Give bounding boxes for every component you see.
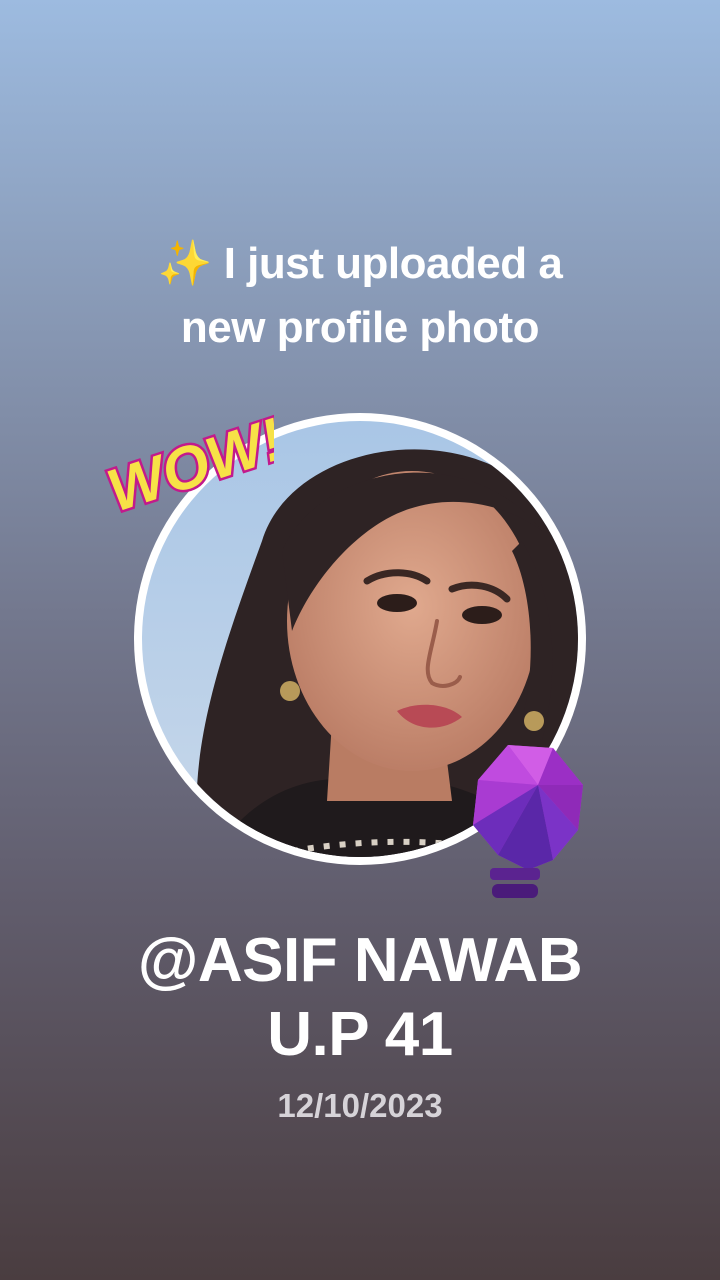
headline-text-1: I just uploaded a: [223, 239, 563, 288]
lightbulb-sticker-icon: [473, 745, 583, 898]
headline: ✨ I just uploaded a new profile photo: [60, 232, 660, 360]
upload-date: 12/10/2023: [277, 1087, 443, 1124]
wow-sticker-icon: WOW!: [97, 403, 274, 527]
username-line-2: U.P 41: [267, 1000, 453, 1069]
username-line-1: @ASIF NAWAB: [137, 926, 583, 995]
username: @ASIF NAWAB U.P 41: [40, 924, 680, 1072]
headline-text-2: new profile photo: [180, 303, 540, 352]
headline-line-1: ✨ I just uploaded a: [60, 232, 660, 296]
sparkles-icon: ✨: [157, 239, 213, 288]
wow-sticker-text: WOW!: [99, 405, 274, 524]
